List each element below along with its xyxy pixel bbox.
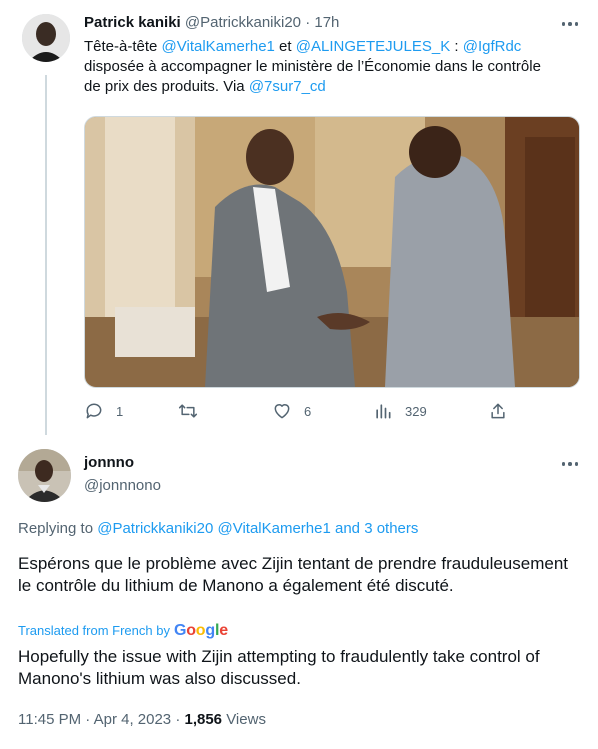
replying-targets[interactable]: @Patrickkaniki20 @VitalKamerhe1 and 3 ot…: [97, 520, 418, 537]
mention-link[interactable]: @VitalKamerhe1: [162, 38, 275, 55]
views-count: 329: [405, 403, 427, 419]
reply-author-avatar[interactable]: [18, 449, 71, 502]
reply-more-button[interactable]: [556, 454, 584, 474]
avatar-portrait: [22, 14, 70, 62]
reply-views-count: 1,856: [184, 711, 223, 728]
views-action[interactable]: 329: [373, 401, 427, 421]
tweet-more-button[interactable]: [556, 14, 584, 34]
mention-link[interactable]: @IgfRdc: [463, 38, 522, 55]
tweet-time[interactable]: 17h: [314, 14, 339, 31]
reply-author-name[interactable]: jonnno: [84, 453, 134, 473]
reply-author-handle[interactable]: @jonnnono: [84, 476, 161, 496]
replying-to: Replying to @Patrickkaniki20 @VitalKamer…: [18, 519, 418, 539]
tweet-text-segment: et: [274, 38, 296, 55]
translated-text: Hopefully the issue with Zijin attemptin…: [18, 647, 540, 688]
more-icon: [556, 454, 584, 474]
like-count: 6: [304, 403, 312, 419]
reply-meta: 11:45 PM · Apr 4, 2023 · 1,856 Views: [18, 710, 266, 730]
reply-icon: [86, 403, 102, 419]
tweet-photo[interactable]: [84, 116, 580, 388]
reply-action[interactable]: 1: [84, 401, 123, 421]
reply-text: Espérons que le problème avec Zijin tent…: [18, 554, 569, 595]
translation-attribution[interactable]: Translated from French by Google: [18, 622, 228, 640]
replying-prefix: Replying to: [18, 520, 94, 537]
author-avatar[interactable]: [22, 14, 70, 62]
like-icon: [274, 404, 290, 419]
reply-avatar-portrait: [18, 449, 71, 502]
more-icon: [556, 14, 584, 34]
tweet-text: Tête-à-tête @VitalKamerhe1 et @ALINGETEJ…: [84, 37, 554, 97]
views-icon: [376, 404, 391, 419]
mention-link[interactable]: @7sur7_cd: [249, 78, 326, 95]
tweet-header: Patrick kaniki @Patrickkaniki20 · 17h: [84, 13, 339, 33]
retweet-action[interactable]: [177, 401, 211, 421]
share-action[interactable]: [488, 401, 508, 421]
mention-link[interactable]: @ALINGETEJULES_K: [296, 38, 450, 55]
retweet-icon: [178, 404, 198, 418]
reply-count: 1: [116, 403, 124, 419]
author-name[interactable]: Patrick kaniki: [84, 14, 181, 31]
tweet-text-segment: :: [450, 38, 463, 55]
separator: ·: [305, 14, 311, 31]
reply-views-label: Views: [222, 711, 266, 728]
reply-timestamp[interactable]: 11:45 PM · Apr 4, 2023 ·: [18, 711, 184, 728]
share-icon: [491, 403, 505, 419]
author-handle[interactable]: @Patrickkaniki20: [185, 14, 301, 31]
tweet-text-segment: Tête-à-tête: [84, 38, 162, 55]
translated-label: Translated from French by: [18, 623, 170, 638]
photo-image: [85, 117, 579, 387]
thread-connector-line: [45, 75, 47, 435]
google-logo: Google: [173, 622, 228, 639]
like-action[interactable]: 6: [272, 401, 311, 421]
